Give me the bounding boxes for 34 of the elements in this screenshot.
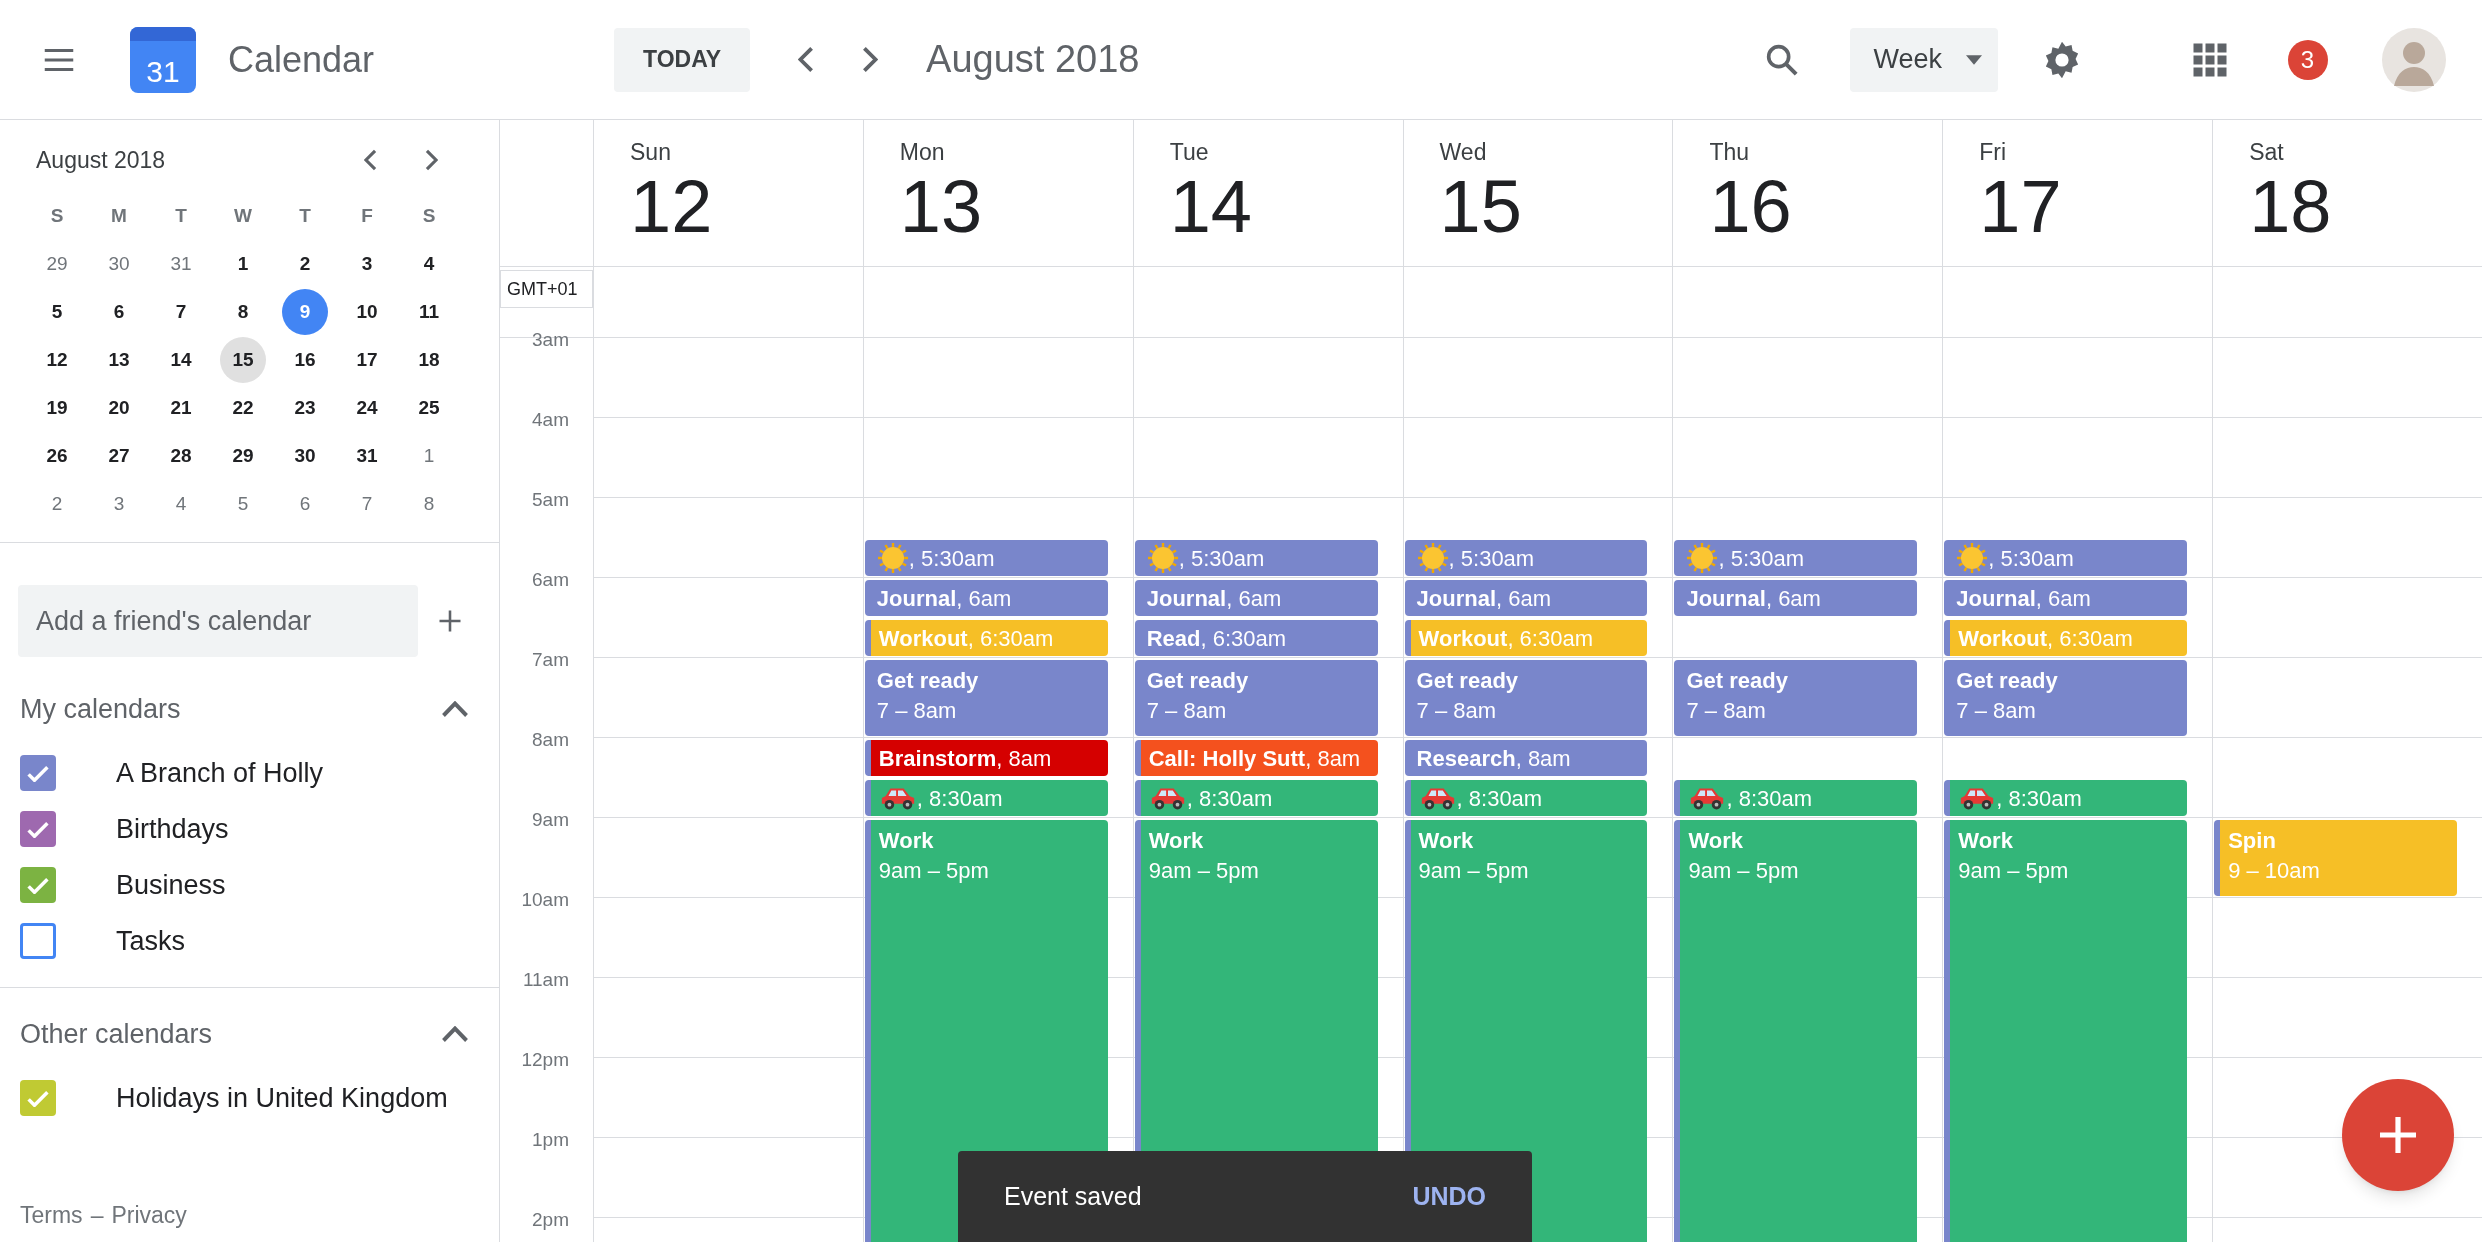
mini-calendar-title: August 2018 (36, 145, 167, 175)
hour-label: 9am (532, 808, 569, 830)
hour-label: 2pm (532, 1208, 569, 1230)
hour-label: 11am (522, 968, 569, 990)
day-name: Tue (1169, 138, 1210, 166)
section-heading: My calendars (20, 692, 181, 726)
weekday-label: M (111, 203, 127, 228)
hour-label: 7am (532, 648, 569, 670)
hour-label: 6am (532, 568, 569, 590)
hour-label: 10am (521, 888, 569, 910)
day-name: Mon (899, 138, 946, 166)
weekday-label: T (299, 203, 311, 228)
weekday-label: W (234, 203, 252, 228)
hour-label: 1pm (532, 1128, 569, 1150)
section-heading: Other calendars (20, 1017, 213, 1051)
weekday-label: F (361, 203, 373, 228)
separator-dash: – (90, 1200, 104, 1230)
day-name: Sat (2249, 138, 2285, 166)
day-name: Fri (1979, 138, 2008, 166)
weekday-label: S (422, 203, 436, 228)
hour-label: 12pm (521, 1048, 569, 1070)
weekday-label: T (175, 203, 187, 228)
day-name: Sun (630, 138, 672, 166)
app-title: Calendar (228, 37, 375, 82)
day-name: Wed (1439, 138, 1488, 166)
timezone-label: GMT+01 (500, 270, 593, 308)
hour-label: 5am (532, 488, 569, 510)
hour-label: 3am (532, 328, 569, 350)
hour-label: 4am (532, 408, 569, 430)
day-name: Thu (1709, 138, 1751, 166)
weekday-label: S (50, 203, 64, 228)
current-period: August 2018 (926, 37, 1140, 82)
calendar-logo: 31 (130, 26, 196, 93)
hour-label: 8am (532, 728, 569, 750)
